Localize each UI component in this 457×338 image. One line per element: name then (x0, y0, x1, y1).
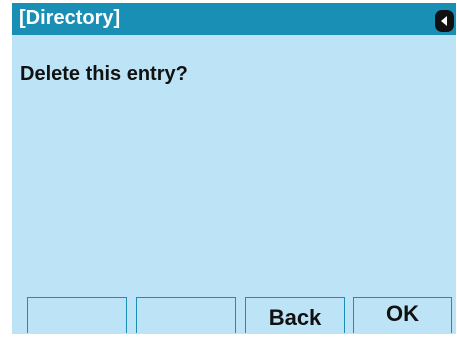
phone-screen: [Directory] Delete this entry? (12, 3, 456, 334)
title-bar: [Directory] (12, 3, 456, 35)
back-button[interactable]: Back (245, 297, 345, 333)
confirmation-message: Delete this entry? (20, 63, 188, 85)
softkey-2[interactable] (136, 297, 236, 333)
softkey-1[interactable] (27, 297, 127, 333)
ok-button[interactable]: OK (353, 297, 452, 333)
left-arrow-icon[interactable] (435, 10, 454, 32)
screen-title: [Directory] (19, 7, 121, 29)
